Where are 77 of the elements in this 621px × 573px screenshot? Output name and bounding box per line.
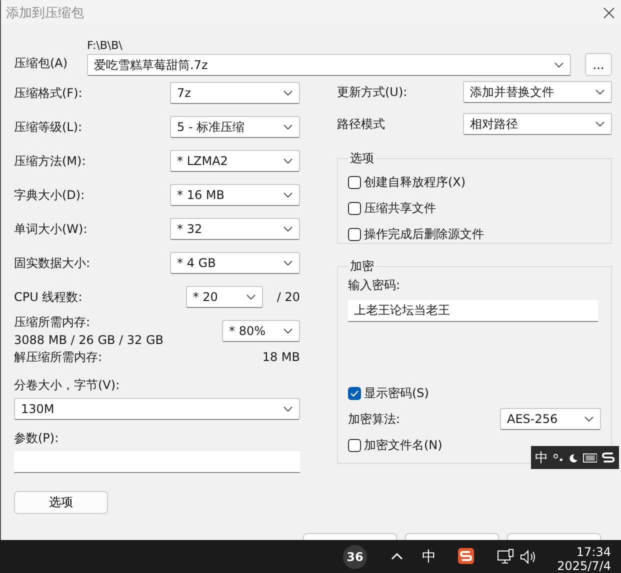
checkbox-label: 操作完成后删除源文件 (364, 226, 484, 242)
chevron-down-icon (595, 89, 605, 95)
thread-total: / 20 (276, 290, 300, 304)
checkbox-label: 显示密码(S) (364, 384, 429, 402)
field-label: 解压缩所需内存: (14, 348, 102, 366)
archive-path: F:\B\B\ (87, 39, 124, 52)
clock-time[interactable]: 17:34 (576, 545, 611, 559)
field-label: 固实数据大小: (14, 254, 90, 272)
memory-usage: 3088 MB / 26 GB / 32 GB (14, 333, 164, 347)
chevron-down-icon (283, 90, 293, 96)
browse-button[interactable]: ... (585, 53, 612, 76)
window-title: 添加到压缩包 (6, 4, 84, 22)
memory-value: 18 MB (262, 350, 300, 364)
chevron-down-icon (283, 192, 293, 198)
field-label: 加密算法: (348, 410, 400, 428)
checkbox-label: 压缩共享文件 (364, 200, 436, 216)
dropdown[interactable]: 7z (170, 82, 300, 104)
chevron-up-icon[interactable] (391, 552, 403, 560)
password-field[interactable]: 上老王论坛当老王 (348, 300, 598, 322)
field-label: 更新方式(U): (337, 84, 408, 100)
checkbox[interactable] (348, 176, 361, 188)
field-label: 参数(P): (14, 430, 60, 446)
input-mode[interactable]: 中 (422, 548, 436, 566)
field-label: 压缩等级(L): (14, 118, 82, 136)
checkbox[interactable] (348, 228, 361, 240)
chevron-down-icon (283, 328, 293, 334)
chevron-down-icon (584, 416, 594, 422)
dropdown[interactable]: * 16 MB (170, 184, 300, 206)
close-icon[interactable] (603, 6, 615, 18)
field-label: CPU 线程数: (14, 288, 82, 306)
checkbox[interactable] (348, 202, 361, 214)
chevron-down-icon (283, 260, 293, 266)
dropdown[interactable]: AES-256 (500, 408, 601, 430)
network-icon[interactable] (497, 549, 515, 565)
dropdown[interactable]: 爱吃雪糕草莓甜筒.7z (87, 54, 571, 76)
badge[interactable]: 36 (343, 545, 367, 569)
keyboard-icon[interactable] (582, 452, 598, 462)
dropdown[interactable]: * 80% (222, 320, 300, 342)
moon-icon[interactable] (568, 452, 578, 462)
dropdown[interactable]: * LZMA2 (170, 150, 300, 172)
chevron-down-icon (283, 226, 293, 232)
checkbox-label: 创建自释放程序(X) (364, 174, 466, 190)
checkmark-icon (350, 390, 359, 396)
dropdown[interactable]: 5 - 标准压缩 (170, 116, 300, 138)
checkbox[interactable] (348, 386, 361, 400)
dropdown[interactable]: 相对路径 (463, 113, 612, 135)
s-logo-icon[interactable] (602, 451, 615, 464)
field-label: 输入密码: (348, 277, 402, 294)
field-label: 单词大小(W): (14, 220, 88, 238)
clock-date[interactable]: 2025/7/4 (557, 559, 611, 573)
field-label: 路径模式 (337, 116, 385, 132)
field-label: 压缩包(A) (14, 55, 69, 72)
checkbox-label: 加密文件名(N) (364, 436, 442, 454)
chevron-down-icon (283, 158, 293, 164)
options-button[interactable]: 选项 (14, 491, 108, 514)
chevron-down-icon (595, 121, 605, 127)
dropdown[interactable]: * 4 GB (170, 252, 300, 274)
field-label: 压缩所需内存: (14, 314, 92, 331)
chevron-down-icon (283, 406, 293, 412)
chevron-down-icon (283, 124, 293, 130)
field-label: 分卷大小，字节(V): (14, 377, 121, 393)
speaker-icon[interactable] (520, 550, 538, 564)
group-title: 加密 (349, 258, 375, 275)
dropdown[interactable]: 添加并替换文件 (463, 81, 612, 103)
field-label: 字典大小(D): (14, 186, 85, 204)
dropdown[interactable]: 130M (14, 398, 300, 420)
dropdown[interactable]: * 32 (170, 218, 300, 240)
chevron-down-icon (246, 294, 256, 300)
punctuation-icon[interactable] (553, 452, 564, 462)
chevron-down-icon (554, 62, 564, 68)
group-title: 选项 (349, 150, 375, 167)
checkbox[interactable] (348, 438, 361, 452)
dropdown[interactable]: * 20 (186, 286, 263, 308)
field-label: 压缩方法(M): (14, 152, 86, 170)
field-label: 压缩格式(F): (14, 84, 82, 102)
s-logo-icon[interactable] (458, 548, 474, 564)
input-mode[interactable]: 中 (535, 448, 548, 466)
